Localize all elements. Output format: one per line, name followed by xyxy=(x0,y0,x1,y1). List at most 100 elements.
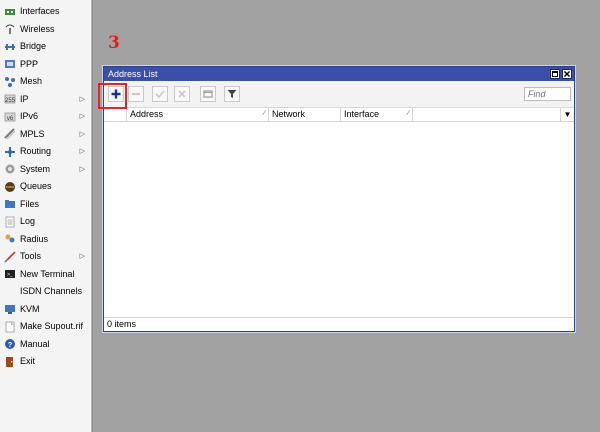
chevron-down-icon: ▼ xyxy=(563,110,572,119)
column-interface[interactable]: Interface ⁄ xyxy=(341,108,413,121)
sidebar-item-exit[interactable]: Exit xyxy=(0,353,91,371)
maximize-button[interactable] xyxy=(550,69,560,79)
sidebar-item-system[interactable]: System ▷ xyxy=(0,161,91,179)
sidebar-item-ipv6[interactable]: v6 IPv6 ▷ xyxy=(0,108,91,126)
sidebar-item-label: Bridge xyxy=(20,41,47,52)
sidebar-menu: Interfaces Wireless Bridge PPP Mesh 255 IP ▷ v6 I… xyxy=(0,0,92,432)
sidebar-item-interfaces[interactable]: Interfaces xyxy=(0,3,91,21)
sidebar-item-wireless[interactable]: Wireless xyxy=(0,21,91,39)
column-network[interactable]: Network xyxy=(269,108,341,121)
window-title: Address List xyxy=(108,69,158,79)
sidebar-item-files[interactable]: Files xyxy=(0,196,91,214)
sidebar-item-log[interactable]: Log xyxy=(0,213,91,231)
sidebar-item-label: Routing xyxy=(20,146,52,157)
manual-icon: ? xyxy=(4,338,16,350)
sidebar-item-label: Exit xyxy=(20,356,36,367)
close-button[interactable] xyxy=(562,69,572,79)
sidebar-item-bridge[interactable]: Bridge xyxy=(0,38,91,56)
svg-text:?: ? xyxy=(8,342,12,349)
files-icon xyxy=(4,198,16,210)
submenu-arrow-icon: ▷ xyxy=(79,165,85,173)
svg-text:255: 255 xyxy=(5,98,16,104)
tools-icon xyxy=(4,251,16,263)
column-menu-button[interactable]: ▼ xyxy=(560,108,574,121)
column-address[interactable]: Address ⁄ xyxy=(127,108,269,121)
winbox-screen: Interfaces Wireless Bridge PPP Mesh 255 IP ▷ v6 I… xyxy=(0,0,600,432)
supout-icon xyxy=(4,321,16,333)
sidebar-item-isdn-channels[interactable]: ISDN Channels xyxy=(0,283,91,301)
find-input[interactable] xyxy=(524,87,571,101)
terminal-icon: >_ xyxy=(4,268,16,280)
ppp-icon xyxy=(4,58,16,70)
sidebar-item-mesh[interactable]: Mesh xyxy=(0,73,91,91)
sidebar-item-label: Log xyxy=(20,216,36,227)
mpls-icon xyxy=(4,128,16,140)
sidebar-item-label: KVM xyxy=(20,303,40,314)
column-select[interactable] xyxy=(104,108,127,121)
sidebar-item-label: Wireless xyxy=(20,23,55,34)
sidebar-item-label: New Terminal xyxy=(20,268,75,279)
disable-button[interactable] xyxy=(174,86,190,102)
sidebar-item-label: Tools xyxy=(20,251,42,262)
submenu-arrow-icon: ▷ xyxy=(79,253,85,260)
comment-icon xyxy=(203,90,213,98)
submenu-arrow-icon: ▷ xyxy=(79,130,85,138)
sidebar-item-queues[interactable]: Queues xyxy=(0,178,91,196)
remove-icon xyxy=(132,93,140,95)
interfaces-icon xyxy=(4,6,16,18)
sidebar-item-label: IP xyxy=(20,93,29,104)
sidebar-item-radius[interactable]: Radius xyxy=(0,231,91,249)
filter-button[interactable] xyxy=(224,86,240,102)
mesh-icon xyxy=(4,76,16,88)
enable-button[interactable] xyxy=(152,86,168,102)
sidebar-item-label: Make Supout.rif xyxy=(20,321,84,332)
enable-icon xyxy=(155,90,165,99)
table-header: Address ⁄ Network Interface ⁄ ▼ xyxy=(104,108,574,122)
sidebar-item-tools[interactable]: Tools ▷ xyxy=(0,248,91,266)
sort-icon: ⁄ xyxy=(407,110,409,117)
radius-icon xyxy=(4,233,16,245)
queues-icon xyxy=(4,181,16,193)
sidebar-item-label: Radius xyxy=(20,233,49,244)
sidebar-item-make-supout-rif[interactable]: Make Supout.rif xyxy=(0,318,91,336)
svg-text:v6: v6 xyxy=(7,116,14,122)
item-count: 0 items xyxy=(107,319,137,329)
sidebar-item-ppp[interactable]: PPP xyxy=(0,56,91,74)
maximize-icon xyxy=(552,71,558,77)
log-icon xyxy=(4,216,16,228)
bridge-icon xyxy=(4,41,16,53)
sidebar-item-kvm[interactable]: KVM xyxy=(0,301,91,319)
sidebar-item-routing[interactable]: Routing ▷ xyxy=(0,143,91,161)
submenu-arrow-icon: ▷ xyxy=(79,95,85,103)
window-titlebar[interactable]: Address List xyxy=(104,67,574,81)
comment-button[interactable] xyxy=(200,86,216,102)
add-button-highlight xyxy=(98,83,127,109)
window-toolbar xyxy=(104,81,574,108)
remove-button[interactable] xyxy=(128,86,144,102)
sidebar-item-new-terminal[interactable]: >_ New Terminal xyxy=(0,266,91,284)
sidebar-item-label: System xyxy=(20,163,51,174)
sidebar-item-label: MPLS xyxy=(20,128,45,139)
blank-icon xyxy=(4,286,16,298)
sidebar-item-label: PPP xyxy=(20,58,39,69)
kvm-icon xyxy=(4,303,16,315)
sidebar-item-label: ISDN Channels xyxy=(20,286,83,297)
sidebar-item-label: Queues xyxy=(20,181,52,192)
ipv6-icon: v6 xyxy=(4,111,16,123)
address-list-window: Address List Find Address ⁄ Network Inte… xyxy=(103,66,575,332)
system-icon xyxy=(4,163,16,175)
close-icon xyxy=(564,71,570,77)
sidebar-item-ip[interactable]: 255 IP ▷ xyxy=(0,91,91,109)
routing-icon xyxy=(4,146,16,158)
step-annotation: 3 xyxy=(108,33,120,53)
filter-icon xyxy=(227,90,237,98)
address-table-body[interactable] xyxy=(104,122,574,319)
exit-icon xyxy=(4,356,16,368)
sidebar-item-mpls[interactable]: MPLS ▷ xyxy=(0,126,91,144)
sort-icon: ⁄ xyxy=(263,110,265,117)
sidebar-item-label: Files xyxy=(20,198,40,209)
sidebar-item-manual[interactable]: ? Manual xyxy=(0,336,91,354)
wireless-icon xyxy=(4,23,16,35)
disable-icon xyxy=(178,90,186,98)
sidebar-item-label: Interfaces xyxy=(20,6,60,17)
